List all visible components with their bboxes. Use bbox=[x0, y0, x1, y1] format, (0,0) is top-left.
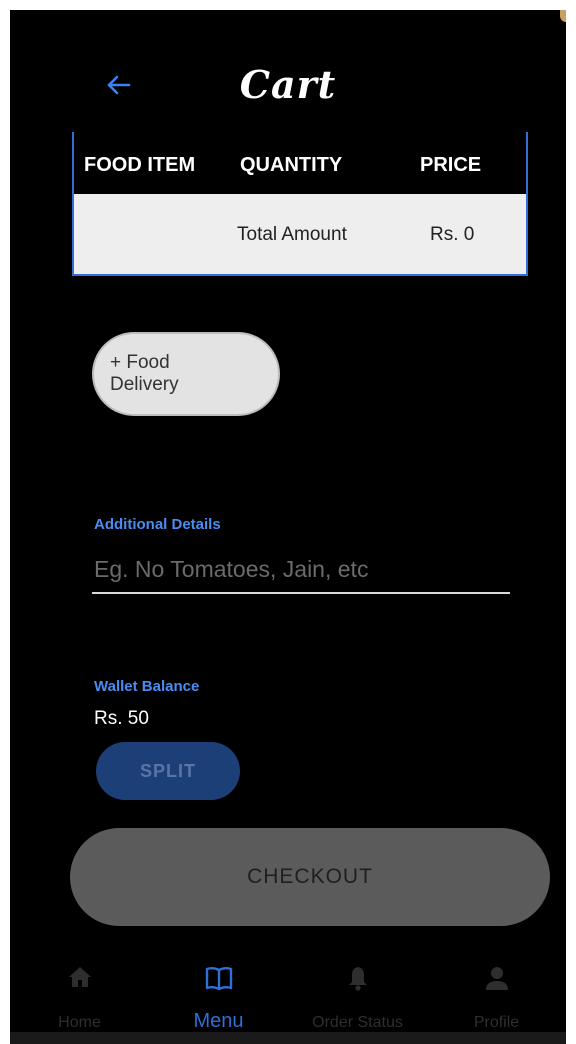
nav-label-home: Home bbox=[58, 1014, 101, 1031]
column-header-price: PRICE bbox=[420, 154, 482, 176]
cart-screen: Cart FOOD ITEM QUANTITY PRICE Total Amou… bbox=[10, 10, 566, 1044]
bottom-nav: Home Menu Order Status Profile bbox=[10, 944, 566, 1044]
food-delivery-chip[interactable]: + Food Delivery bbox=[92, 332, 280, 416]
nav-item-menu[interactable]: Menu bbox=[149, 944, 288, 1044]
wallet-balance-label: Wallet Balance bbox=[94, 678, 200, 695]
book-icon bbox=[205, 967, 232, 991]
page-title: Cart bbox=[239, 62, 337, 107]
table-header: FOOD ITEM QUANTITY PRICE bbox=[74, 132, 526, 194]
wallet-balance-value: Rs. 50 bbox=[94, 708, 149, 729]
column-header-quantity: QUANTITY bbox=[240, 154, 343, 176]
column-header-food-item: FOOD ITEM bbox=[84, 154, 196, 176]
home-icon bbox=[68, 967, 91, 987]
nav-item-order-status[interactable]: Order Status bbox=[288, 944, 427, 1044]
cart-table: FOOD ITEM QUANTITY PRICE Total Amount Rs… bbox=[72, 132, 528, 276]
additional-details-label: Additional Details bbox=[94, 516, 221, 533]
checkout-button[interactable]: CHECKOUT bbox=[70, 828, 550, 926]
split-button[interactable]: SPLIT bbox=[96, 742, 240, 800]
status-indicator bbox=[560, 10, 566, 22]
nav-label-order-status: Order Status bbox=[312, 1014, 403, 1031]
additional-details-input[interactable] bbox=[92, 546, 510, 594]
nav-label-profile: Profile bbox=[473, 1014, 520, 1031]
total-row: Total Amount Rs. 0 bbox=[74, 194, 526, 274]
nav-item-profile[interactable]: Profile bbox=[427, 944, 566, 1044]
nav-label-menu: Menu bbox=[193, 1010, 244, 1032]
nav-item-home[interactable]: Home bbox=[10, 944, 149, 1044]
total-amount-label: Total Amount bbox=[237, 224, 347, 245]
bell-icon bbox=[348, 967, 367, 991]
person-icon bbox=[485, 967, 508, 990]
food-delivery-label: + Food Delivery bbox=[110, 352, 179, 395]
total-amount-value: Rs. 0 bbox=[430, 224, 475, 245]
system-nav-bar bbox=[10, 1032, 566, 1044]
